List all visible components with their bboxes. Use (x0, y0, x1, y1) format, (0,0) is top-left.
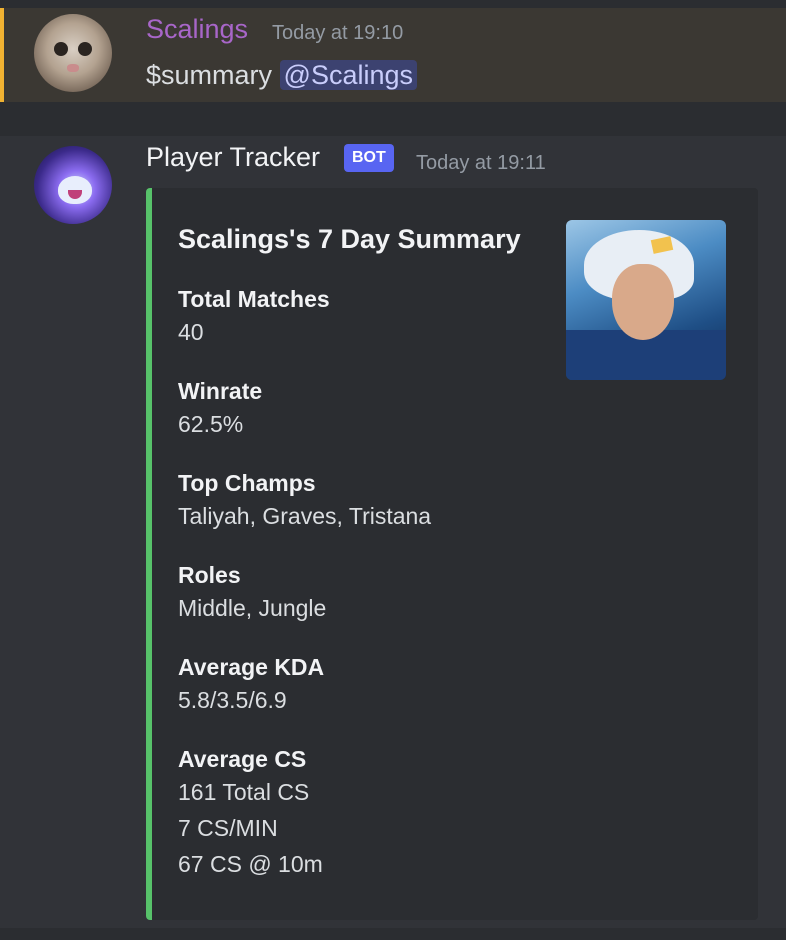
username[interactable]: Scalings (146, 14, 248, 45)
user-avatar[interactable] (34, 14, 112, 92)
field-total-matches: Total Matches 40 (178, 284, 330, 350)
avatar-eye-right (78, 42, 92, 56)
field-winrate: Winrate 62.5% (178, 376, 262, 442)
avatar-eye-left (54, 42, 68, 56)
field-name: Average KDA (178, 654, 325, 680)
message-scalings: Scalings Today at 19:10 $summary @Scalin… (0, 8, 786, 102)
field-value: 5.8/3.5/6.9 (178, 687, 287, 713)
message-timestamp: Today at 19:10 (272, 22, 404, 44)
field-value-line: 7 CS/MIN (178, 815, 278, 841)
field-value: 40 (178, 319, 204, 345)
bot-avatar[interactable] (34, 146, 112, 224)
message-content: $summary @Scalings (146, 60, 418, 91)
field-name: Winrate (178, 378, 263, 404)
summary-embed: Scalings's 7 Day Summary Total Matches 4… (146, 188, 758, 920)
field-value: Taliyah, Graves, Tristana (178, 503, 432, 529)
message-player-tracker: Player Tracker BOT Today at 19:11 Scalin… (0, 136, 786, 928)
thumb-face (612, 264, 674, 340)
embed-title: Scalings's 7 Day Summary (178, 224, 521, 254)
field-value-line: 67 CS @ 10m (178, 851, 323, 877)
field-roles: Roles Middle, Jungle (178, 560, 326, 626)
field-name: Total Matches (178, 286, 330, 312)
field-value: Middle, Jungle (178, 595, 327, 621)
field-name: Roles (178, 562, 241, 588)
avatar-nose (67, 64, 79, 72)
field-name: Average CS (178, 746, 307, 772)
embed-thumbnail-champion-image[interactable] (566, 220, 726, 380)
message-timestamp: Today at 19:11 (416, 152, 546, 174)
field-name: Top Champs (178, 470, 316, 496)
command-text: $summary (146, 60, 273, 90)
bot-badge: BOT (344, 144, 394, 172)
field-average-cs: Average CS 161 Total CS 7 CS/MIN 67 CS @… (178, 744, 323, 882)
field-value: 62.5% (178, 411, 244, 437)
field-top-champs: Top Champs Taliyah, Graves, Tristana (178, 468, 431, 534)
bot-username[interactable]: Player Tracker (146, 142, 320, 173)
field-average-kda: Average KDA 5.8/3.5/6.9 (178, 652, 324, 718)
user-mention[interactable]: @Scalings (279, 60, 418, 90)
field-value-line: 161 Total CS (178, 779, 310, 805)
